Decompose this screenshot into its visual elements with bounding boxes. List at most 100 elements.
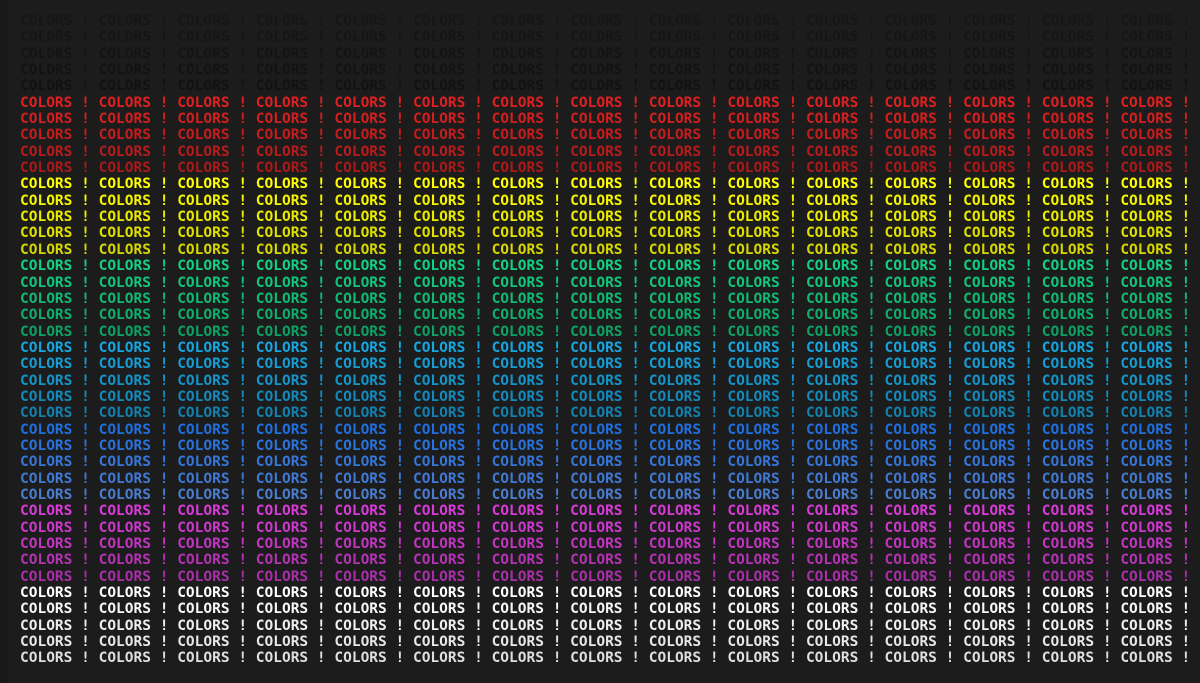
color-token: COLORS — [570, 225, 623, 242]
color-token: COLORS — [884, 617, 937, 634]
separator-glyph: ! — [631, 421, 641, 438]
color-row: COLORS ! COLORS ! COLORS ! COLORS ! COLO… — [20, 389, 1200, 405]
separator-glyph: ! — [316, 143, 326, 160]
color-token: COLORS — [648, 258, 702, 275]
separator-glyph: ! — [474, 405, 483, 422]
color-token: COLORS — [805, 323, 859, 340]
color-token: COLORS — [727, 568, 780, 585]
separator-glyph: ! — [1024, 111, 1033, 128]
separator-glyph: ! — [474, 225, 483, 242]
separator-glyph: ! — [238, 519, 248, 536]
color-token: COLORS — [491, 650, 544, 667]
color-token: COLORS — [963, 176, 1016, 193]
color-token: COLORS — [20, 290, 73, 307]
color-token: COLORS — [491, 339, 544, 356]
color-token: COLORS — [805, 519, 859, 536]
separator-glyph: ! — [1024, 650, 1033, 667]
separator-glyph: ! — [945, 143, 955, 160]
separator-glyph: ! — [1181, 127, 1191, 144]
separator-glyph: ! — [238, 568, 248, 585]
color-token: COLORS — [963, 78, 1016, 95]
separator-glyph: ! — [788, 650, 798, 667]
color-row: COLORS ! COLORS ! COLORS ! COLORS ! COLO… — [20, 356, 1200, 372]
color-row: COLORS ! COLORS ! COLORS ! COLORS ! COLO… — [20, 373, 1200, 389]
color-token: COLORS — [805, 13, 859, 29]
color-token: COLORS — [570, 634, 623, 651]
color-token: COLORS — [884, 225, 937, 242]
separator-glyph: ! — [159, 454, 169, 471]
color-token: COLORS — [1041, 503, 1095, 520]
color-token: COLORS — [570, 13, 623, 29]
color-token: COLORS — [255, 209, 309, 226]
color-token: COLORS — [1041, 62, 1095, 79]
color-token: COLORS — [491, 601, 544, 618]
separator-glyph: ! — [474, 486, 483, 503]
separator-glyph: ! — [1102, 552, 1112, 569]
separator-glyph: ! — [1102, 388, 1112, 405]
color-token: COLORS — [1041, 127, 1095, 144]
separator-glyph: ! — [238, 225, 248, 242]
color-token: COLORS — [1120, 160, 1173, 177]
color-token: COLORS — [1120, 241, 1173, 258]
color-token: COLORS — [491, 274, 544, 291]
color-token: COLORS — [648, 339, 702, 356]
color-token: COLORS — [963, 421, 1016, 438]
color-token: COLORS — [98, 405, 151, 422]
color-token: COLORS — [805, 192, 859, 209]
separator-glyph: ! — [945, 258, 955, 275]
separator-glyph: ! — [81, 617, 90, 634]
separator-glyph: ! — [316, 192, 326, 209]
color-token: COLORS — [570, 617, 623, 634]
separator-glyph: ! — [867, 421, 876, 438]
color-token: COLORS — [884, 307, 937, 324]
color-token: COLORS — [255, 339, 309, 356]
separator-glyph: ! — [1024, 552, 1033, 569]
color-row: COLORS ! COLORS ! COLORS ! COLORS ! COLO… — [20, 503, 1200, 519]
separator-glyph: ! — [1102, 650, 1112, 667]
color-token: COLORS — [570, 176, 623, 193]
color-token: COLORS — [727, 78, 780, 95]
color-token: COLORS — [412, 650, 466, 667]
separator-glyph: ! — [788, 258, 798, 275]
color-token: COLORS — [963, 127, 1016, 144]
color-token: COLORS — [1041, 323, 1095, 340]
separator-glyph: ! — [395, 62, 405, 79]
color-token: COLORS — [805, 127, 859, 144]
separator-glyph: ! — [788, 290, 798, 307]
separator-glyph: ! — [867, 372, 876, 389]
color-token: COLORS — [20, 127, 73, 144]
color-token: COLORS — [1120, 470, 1173, 487]
color-token: COLORS — [1041, 225, 1095, 242]
color-row: COLORS ! COLORS ! COLORS ! COLORS ! COLO… — [20, 13, 1200, 29]
color-token: COLORS — [727, 160, 780, 177]
separator-glyph: ! — [81, 339, 90, 356]
color-token: COLORS — [20, 29, 73, 46]
color-token: COLORS — [334, 13, 387, 29]
separator-glyph: ! — [867, 176, 876, 193]
separator-glyph: ! — [552, 388, 562, 405]
color-token: COLORS — [1120, 388, 1173, 405]
separator-glyph: ! — [1102, 323, 1112, 340]
separator-glyph: ! — [1102, 536, 1112, 552]
color-token: COLORS — [20, 45, 73, 62]
color-token: COLORS — [727, 127, 780, 144]
color-token: COLORS — [570, 421, 623, 438]
terminal-window[interactable]: COLORS ! COLORS ! COLORS ! COLORS ! COLO… — [0, 0, 1200, 683]
separator-glyph: ! — [474, 176, 483, 193]
separator-glyph: ! — [709, 437, 719, 454]
color-token: COLORS — [884, 486, 937, 503]
separator-glyph: ! — [1181, 13, 1191, 29]
color-token: COLORS — [884, 356, 937, 373]
color-token: COLORS — [727, 372, 780, 389]
separator-glyph: ! — [788, 307, 798, 324]
separator-glyph: ! — [316, 617, 326, 634]
color-row: COLORS ! COLORS ! COLORS ! COLORS ! COLO… — [20, 438, 1200, 454]
color-token: COLORS — [1120, 405, 1173, 422]
separator-glyph: ! — [395, 421, 405, 438]
color-token: COLORS — [255, 160, 309, 177]
separator-glyph: ! — [81, 650, 90, 667]
color-token: COLORS — [1120, 209, 1173, 226]
color-token: COLORS — [491, 160, 544, 177]
separator-glyph: ! — [709, 634, 719, 651]
separator-glyph: ! — [238, 388, 248, 405]
